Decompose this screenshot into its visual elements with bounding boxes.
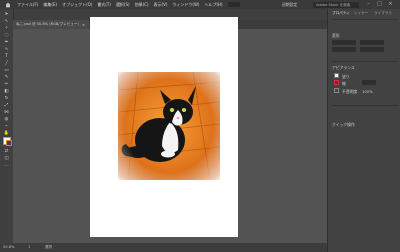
line-tool-icon[interactable]: ╱ <box>3 61 10 66</box>
menu-edit[interactable]: 編集(E) <box>43 2 57 8</box>
stroke-color-swatch[interactable] <box>6 140 12 146</box>
placed-cat-photo[interactable] <box>118 72 220 180</box>
stroke-swatch[interactable] <box>334 80 339 85</box>
menu-object[interactable]: オブジェクト(O) <box>62 2 92 8</box>
arrange-documents-button[interactable] <box>228 2 240 7</box>
width-tool-icon[interactable]: ⋈ <box>3 110 10 115</box>
swap-colors-icon[interactable]: ⇄ <box>3 149 10 154</box>
menu-items: ファイル(F) 編集(E) オブジェクト(O) 書式(T) 選択(S) 効果(C… <box>17 2 223 8</box>
menu-effect[interactable]: 効果(C) <box>135 2 149 8</box>
pencil-tool-icon[interactable]: ✏ <box>3 82 10 87</box>
menu-file[interactable]: ファイル(F) <box>17 2 38 8</box>
tools-panel: ➤ ↖ ✧ ◌ ✒ ∿ T ╱ ▭ ✎ ✏ ◧ ↻ ⤢ ⋈ ◍ ⌁ ✋ ⌕ ⇄ … <box>0 9 14 252</box>
maximize-icon[interactable]: □ <box>375 1 384 8</box>
close-icon[interactable]: × <box>386 1 395 8</box>
eyedropper-tool-icon[interactable]: ⌁ <box>3 124 10 129</box>
minimize-icon[interactable]: – <box>364 1 373 8</box>
document-tab[interactable]: ねこ.psd @ 50.8% (RGB/プレビュー) × <box>13 20 89 29</box>
zoom-level[interactable]: 50.8% <box>3 245 14 249</box>
rectangle-tool-icon[interactable]: ▭ <box>3 68 10 73</box>
rotate-tool-icon[interactable]: ↻ <box>3 96 10 101</box>
tab-libraries[interactable]: ライブラリ <box>374 11 392 16</box>
height-field[interactable] <box>360 47 384 52</box>
stroke-weight-field[interactable] <box>362 80 376 85</box>
drawing-modes-icon[interactable]: ◫ <box>3 156 10 161</box>
selection-tool-icon[interactable]: ➤ <box>3 12 10 17</box>
hand-tool-icon[interactable]: ✋ <box>3 131 10 136</box>
menu-help[interactable]: ヘルプ(H) <box>204 2 222 8</box>
menu-select[interactable]: 選択(S) <box>116 2 130 8</box>
menu-bar: ファイル(F) 編集(E) オブジェクト(O) 書式(T) 選択(S) 効果(C… <box>0 0 400 9</box>
eraser-tool-icon[interactable]: ◧ <box>3 89 10 94</box>
transform-header: 変形 <box>332 33 340 38</box>
opacity-label: 不透明度 <box>342 89 358 94</box>
fill-label: 塗り <box>342 74 350 79</box>
width-field[interactable] <box>332 47 356 52</box>
tab-layers[interactable]: レイヤー <box>354 11 368 16</box>
status-bar: 50.8% 1 選択 <box>0 243 327 252</box>
edit-toolbar-icon[interactable]: … <box>3 163 10 168</box>
type-tool-icon[interactable]: T <box>3 54 10 59</box>
stroke-label: 線 <box>342 81 346 86</box>
direct-selection-tool-icon[interactable]: ↖ <box>3 19 10 24</box>
lasso-tool-icon[interactable]: ◌ <box>3 33 10 38</box>
status-tool-name: 選択 <box>45 245 53 249</box>
workspace-switcher[interactable]: 初期設定 <box>282 1 297 8</box>
tab-properties[interactable]: プロパティ <box>332 11 350 16</box>
artboard-number[interactable]: 1 <box>28 245 30 249</box>
menu-window[interactable]: ウィンドウ(W) <box>172 2 199 8</box>
panel-divider <box>332 19 398 20</box>
quick-actions-header: クイック操作 <box>332 122 355 127</box>
y-field[interactable] <box>360 40 384 45</box>
pen-tool-icon[interactable]: ✒ <box>3 40 10 45</box>
tab-close-icon[interactable]: × <box>82 23 85 27</box>
curvature-tool-icon[interactable]: ∿ <box>3 47 10 52</box>
home-icon[interactable] <box>5 2 11 8</box>
x-field[interactable] <box>332 40 356 45</box>
menu-view[interactable]: 表示(V) <box>154 2 168 8</box>
document-tab-title: ねこ.psd @ 50.8% (RGB/プレビュー) <box>16 22 79 26</box>
fill-swatch[interactable] <box>334 73 339 78</box>
opacity-value[interactable]: 100% <box>362 89 373 94</box>
paintbrush-tool-icon[interactable]: ✎ <box>3 75 10 80</box>
panel-divider <box>332 61 398 62</box>
properties-panel: プロパティ レイヤー ライブラリ 変形 アピアランス 塗り 線 不透明度 100… <box>327 9 400 252</box>
magic-wand-icon[interactable]: ✧ <box>3 26 10 31</box>
appearance-header: アピアランス <box>332 65 355 70</box>
menu-type[interactable]: 書式(T) <box>97 2 111 8</box>
scale-tool-icon[interactable]: ⤢ <box>3 103 10 108</box>
stock-search-input[interactable]: Adobe Stock を検索 <box>313 1 359 8</box>
panel-divider <box>332 105 398 106</box>
shape-builder-icon[interactable]: ◍ <box>3 117 10 122</box>
opacity-icon <box>334 88 339 93</box>
